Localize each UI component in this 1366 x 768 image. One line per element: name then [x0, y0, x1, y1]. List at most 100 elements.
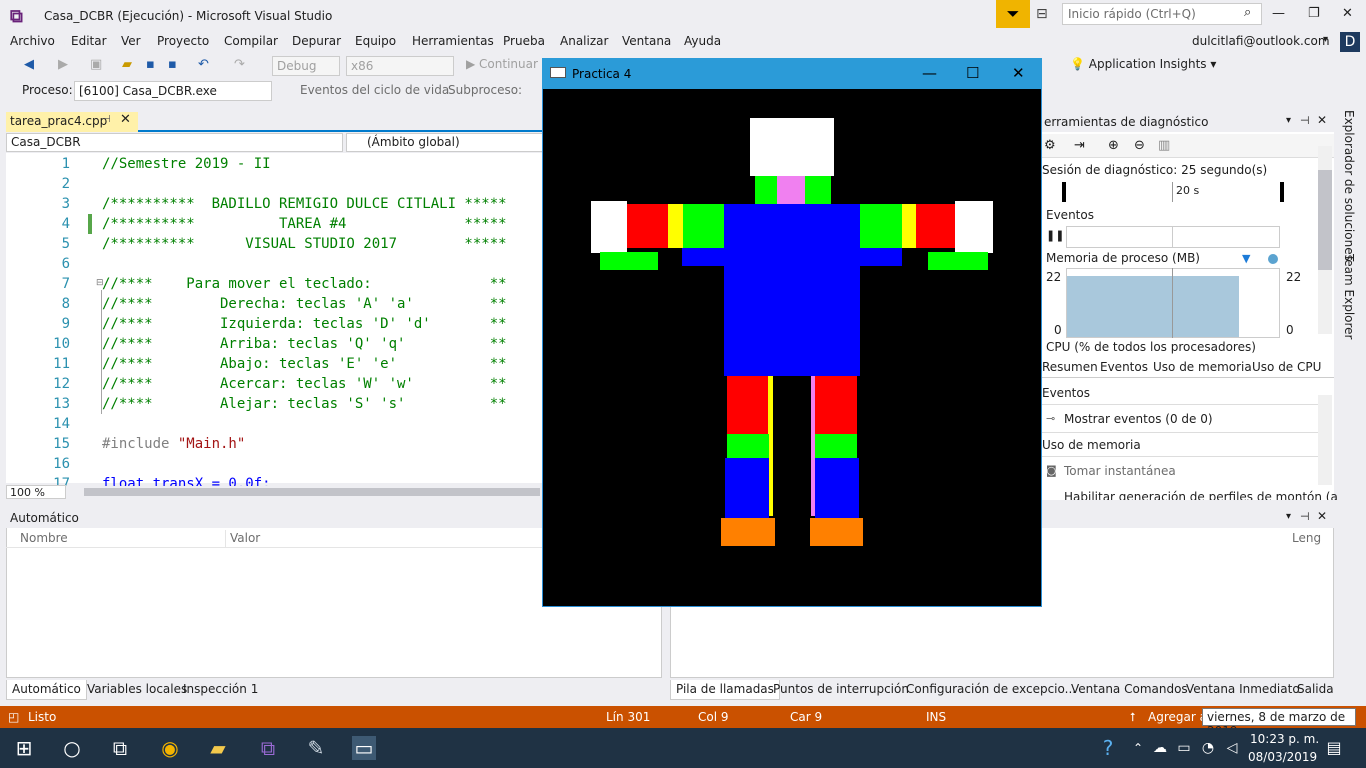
menu-ventana[interactable]: Ventana	[622, 34, 671, 48]
windows-start-icon[interactable]: ⊞	[12, 736, 36, 760]
code-line[interactable]: //**** Para mover el teclado: **	[102, 276, 507, 292]
tab-pila-llamadas[interactable]: Pila de llamadas	[670, 680, 780, 700]
menu-ayuda[interactable]: Ayuda	[684, 34, 721, 48]
code-line[interactable]: //**** Izquierda: teclas 'D' 'd' **	[102, 316, 507, 332]
clock-date[interactable]: 08/03/2019	[1248, 750, 1317, 764]
diag-scrollbar-thumb[interactable]	[1318, 170, 1332, 270]
menu-archivo[interactable]: Archivo	[10, 34, 55, 48]
practica-window-icon[interactable]: ▭	[352, 736, 376, 760]
tab-eventos[interactable]: Eventos	[1100, 360, 1148, 374]
take-snapshot-button[interactable]: Tomar instantánea	[1064, 464, 1176, 478]
platform-combo[interactable]: x86	[346, 56, 454, 76]
code-line[interactable]: /********** TAREA #4 *****	[102, 216, 507, 232]
zoom-in-icon[interactable]: ⊕	[1108, 138, 1119, 153]
clock-time[interactable]: 10:23 p. m.	[1250, 732, 1319, 746]
team-explorer-tab[interactable]: Team Explorer	[1342, 254, 1356, 340]
notification-filter-icon[interactable]: ⏷	[996, 0, 1030, 28]
chrome-icon[interactable]: ◉	[158, 736, 182, 760]
code-line[interactable]: //**** Alejar: teclas 'S' 's' **	[102, 396, 507, 412]
lifecycle-events-dropdown[interactable]: Eventos del ciclo de vida	[300, 83, 449, 97]
avatar[interactable]: D	[1340, 32, 1360, 52]
search-circle-icon[interactable]: ○	[60, 736, 84, 760]
horizontal-scrollbar[interactable]	[84, 488, 540, 496]
code-line[interactable]: /********** BADILLO REMIGIO DULCE CITLAL…	[102, 196, 507, 212]
tab-configuracion-excepciones[interactable]: Configuración de excepcio...	[901, 680, 1081, 700]
dropdown-icon[interactable]: ▾	[1286, 511, 1291, 522]
continue-button[interactable]: ▶ Continuar	[466, 57, 538, 71]
menu-editar[interactable]: Editar	[71, 34, 107, 48]
column-name-header[interactable]: Nombre	[20, 531, 68, 545]
save-icon[interactable]: ▪	[146, 57, 155, 72]
back-icon[interactable]: ◀	[24, 57, 34, 72]
publish-arrow-icon[interactable]: ⭡	[1130, 710, 1136, 725]
tab-uso-cpu[interactable]: Uso de CPU	[1252, 360, 1321, 374]
tab-variables-locales[interactable]: Variables locales	[82, 680, 192, 700]
tab-ventana-comandos[interactable]: Ventana Comandos	[1066, 680, 1193, 700]
solution-explorer-tab[interactable]: Explorador de soluciones	[1342, 110, 1356, 261]
show-events-link[interactable]: Mostrar eventos (0 de 0)	[1064, 412, 1213, 426]
battery-icon[interactable]: ▭	[1172, 736, 1196, 760]
menu-equipo[interactable]: Equipo	[355, 34, 396, 48]
tab-inspeccion-1[interactable]: Inspección 1	[178, 680, 263, 700]
add-to-source-control[interactable]: Agregar a	[1148, 710, 1207, 724]
forward-icon[interactable]: ▶	[58, 57, 68, 72]
chevron-down-icon[interactable]: ▾	[1323, 34, 1328, 45]
code-line[interactable]: //**** Derecha: teclas 'A' 'a' **	[102, 296, 507, 312]
code-line[interactable]: #include "Main.h"	[102, 436, 245, 452]
search-icon[interactable]: ⌕	[1244, 5, 1251, 20]
close-icon[interactable]: ✕	[1317, 509, 1327, 523]
process-combo[interactable]: [6100] Casa_DCBR.exe	[74, 81, 272, 101]
volume-icon[interactable]: ◁	[1220, 736, 1244, 760]
dropdown-icon[interactable]: ▾	[1286, 115, 1291, 126]
tab-salida[interactable]: Salida	[1292, 680, 1339, 700]
new-project-icon[interactable]: ▣	[90, 57, 102, 72]
menu-ver[interactable]: Ver	[121, 34, 141, 48]
account-email[interactable]: dulcitlafi@outlook.com	[1192, 34, 1330, 48]
quick-launch-input[interactable]: Inicio rápido (Ctrl+Q)	[1062, 3, 1262, 25]
cloud-icon[interactable]: ☁	[1148, 736, 1172, 760]
minimize-button[interactable]: —	[1272, 6, 1285, 21]
close-icon[interactable]: ✕	[1317, 113, 1327, 127]
code-line[interactable]: /********** VISUAL STUDIO 2017 *****	[102, 236, 507, 252]
project-navigation-combo[interactable]: Casa_DCBR	[6, 133, 343, 152]
column-divider[interactable]	[225, 530, 226, 547]
diag-scrollbar-lower[interactable]	[1318, 395, 1332, 485]
pin-icon[interactable]: ⊣	[102, 114, 111, 125]
action-center-icon[interactable]: ▤	[1322, 736, 1346, 760]
column-language-header[interactable]: Leng	[1292, 531, 1321, 545]
pause-icon[interactable]: ❚❚	[1046, 229, 1064, 242]
redo-icon[interactable]: ↷	[234, 57, 245, 72]
zoom-out-icon[interactable]: ⊖	[1134, 138, 1145, 153]
zoom-combo[interactable]: 100 %	[6, 485, 66, 499]
scope-navigation-combo[interactable]: (Ámbito global)	[346, 133, 546, 152]
practica-maximize-button[interactable]: ☐	[966, 64, 979, 82]
paint-icon[interactable]: ✎	[304, 736, 328, 760]
heap-profiling-checkbox[interactable]: Habilitar generación de perfiles de mont…	[1064, 490, 1338, 500]
code-line[interactable]: float transX = 0.0f;	[102, 476, 271, 486]
tab-ventana-inmediato[interactable]: Ventana Inmediato	[1181, 680, 1305, 700]
code-line[interactable]: //**** Acercar: teclas 'W' 'w' **	[102, 376, 507, 392]
file-explorer-icon[interactable]: ▰	[206, 736, 230, 760]
practica-close-button[interactable]: ✕	[1012, 64, 1025, 82]
menu-proyecto[interactable]: Proyecto	[157, 34, 209, 48]
chart-icon[interactable]: ▥	[1158, 138, 1170, 153]
menu-prueba[interactable]: Prueba	[503, 34, 545, 48]
pin-icon[interactable]: ⊣	[1300, 510, 1310, 523]
help-icon[interactable]: ?	[1096, 736, 1120, 760]
feedback-icon[interactable]: ⊟	[1036, 6, 1048, 22]
timeline-ruler[interactable]	[1062, 182, 1284, 202]
menu-herramientas[interactable]: Herramientas	[412, 34, 494, 48]
close-tab-icon[interactable]: ✕	[120, 112, 131, 127]
maximize-button[interactable]: ❐	[1308, 6, 1320, 21]
tab-puntos-interrupcion[interactable]: Puntos de interrupción	[768, 680, 914, 700]
application-insights-button[interactable]: 💡 Application Insights ▾	[1070, 57, 1216, 71]
wifi-icon[interactable]: ◔	[1196, 736, 1220, 760]
save-all-icon[interactable]: ▪	[168, 57, 177, 72]
pin-icon[interactable]: ⊣	[1300, 114, 1310, 127]
export-icon[interactable]: ⇥	[1074, 138, 1085, 153]
column-value-header[interactable]: Valor	[230, 531, 260, 545]
visual-studio-icon[interactable]: ⧉	[256, 736, 280, 760]
editor-tab[interactable]: tarea_prac4.cpp	[6, 112, 138, 132]
menu-analizar[interactable]: Analizar	[560, 34, 608, 48]
events-track[interactable]	[1066, 226, 1280, 248]
